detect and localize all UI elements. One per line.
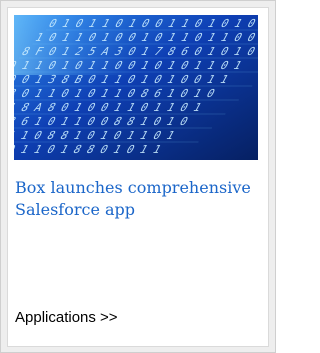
svg-text:0 1 1 0 1 0 1 1 0 0 1 0 1 0 1: 0 1 1 0 1 0 1 1 0 0 1 0 1 0 1 1 0 1 [14,59,245,72]
news-card: 0 1 0 1 1 0 1 0 0 1 1 0 1 0 1 0 1 1 1 0 … [0,0,276,353]
svg-text:1 1 0 8 8 6 1 0 1 1 0 0 8 8 1: 1 1 0 8 8 6 1 0 1 1 0 0 8 8 1 0 1 0 [14,115,191,128]
svg-text:1 0 0 1 3 8 B 0 1 1 0 1 0 1 0: 1 0 0 1 3 8 B 0 1 1 0 1 0 1 0 0 1 1 [14,73,231,86]
category-applications-link[interactable]: Applications >> [15,309,118,327]
article-thumbnail-image[interactable]: 0 1 0 1 1 0 1 0 0 1 1 0 1 0 1 0 1 1 1 0 … [14,15,258,160]
svg-text:0 1 0 1 8 A 8 0 1 0 0 1 1 0 1: 0 1 0 1 8 A 8 0 1 0 0 1 1 0 1 1 0 1 [14,101,204,114]
svg-text:F 8 8 0 1 1 0 1 0 1 1 0 8 6 1: F 8 8 0 1 1 0 1 0 1 1 0 8 6 1 0 1 0 [14,87,218,100]
svg-text:0 1 1 0 8 8 0 1 1 0 1 8 8 0 1: 0 1 1 0 8 8 0 1 1 0 1 8 8 0 1 0 1 1 [14,143,164,156]
svg-text:1 0 1 1 0 1 0 0 1 0 1 1 0 1 1: 1 0 1 1 0 1 0 0 1 0 1 1 0 1 1 0 0 1 [33,31,258,44]
article-headline-link[interactable]: Box launches comprehensive Salesforce ap… [15,177,261,221]
svg-text:8 8 0 1 0 1 1 0 8 8 1 0 1 0 1: 8 8 0 1 0 1 1 0 8 8 1 0 1 0 1 1 0 1 [14,129,177,142]
svg-text:0 1 0 1 1 0 1 0 0 1 1 0 1 0 1: 0 1 0 1 1 0 1 0 0 1 1 0 1 0 1 0 1 1 [46,17,258,30]
svg-text:8 F 0 1 2 5 A 3 0 1 7 8 6 0 1: 8 F 0 1 2 5 A 3 0 1 7 8 6 0 1 0 1 0 [19,45,258,58]
